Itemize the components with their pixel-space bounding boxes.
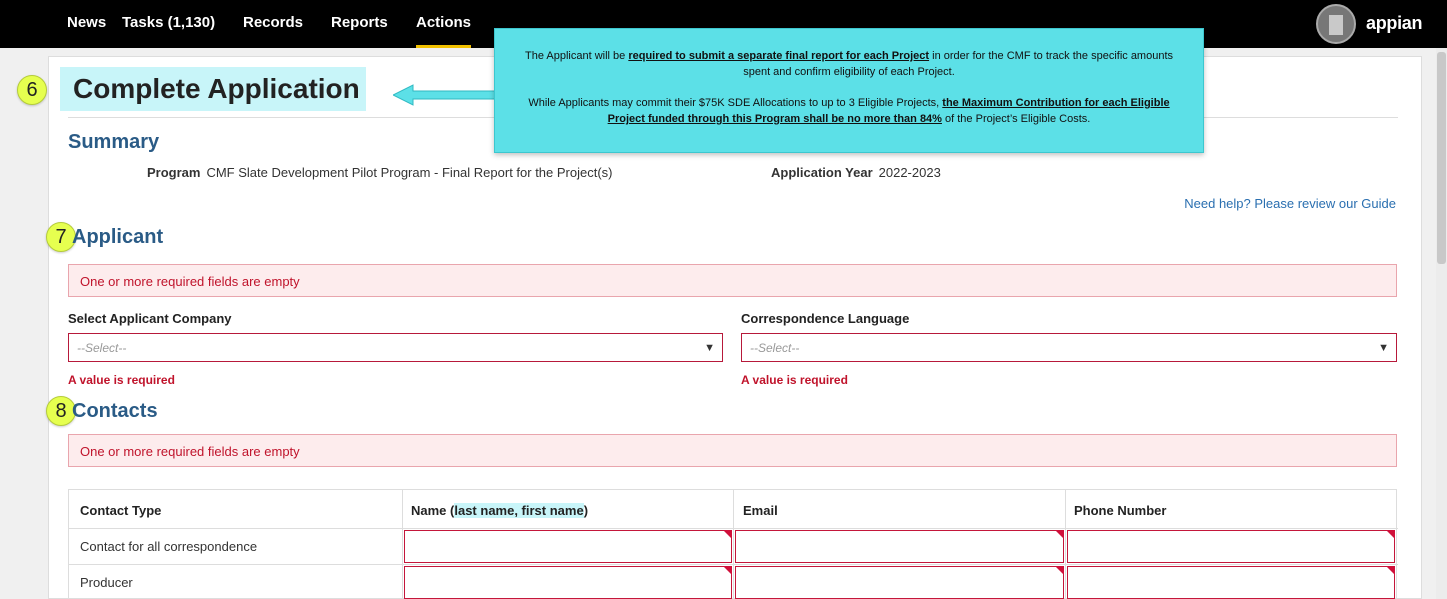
- applicant-heading: Applicant: [72, 226, 164, 248]
- nav-tab-news[interactable]: News: [67, 14, 106, 48]
- program-label: Program: [147, 165, 201, 180]
- required-flag-icon: [1386, 566, 1395, 575]
- chevron-down-icon: ▼: [1378, 342, 1389, 354]
- contacts-table: Contact Type Name (last name, first name…: [68, 489, 1398, 599]
- correspondence-language-error: A value is required: [741, 373, 848, 387]
- contact-name-input[interactable]: [404, 530, 732, 563]
- program-value: CMF Slate Development Pilot Program - Fi…: [206, 165, 613, 180]
- avatar-silhouette-icon: [1329, 15, 1343, 35]
- table-row-label: Producer: [80, 575, 133, 590]
- required-flag-icon: [1055, 566, 1064, 575]
- producer-email-input[interactable]: [735, 566, 1064, 599]
- correspondence-language-placeholder: --Select--: [750, 341, 800, 355]
- callout-arrow-icon: [393, 84, 497, 106]
- user-avatar[interactable]: [1316, 4, 1356, 44]
- nav-tab-reports[interactable]: Reports: [331, 14, 388, 48]
- summary-year: Application Year 2022-2023: [771, 165, 941, 180]
- required-flag-icon: [723, 566, 732, 575]
- correspondence-language-label: Correspondence Language: [741, 311, 910, 326]
- applicant-company-placeholder: --Select--: [77, 341, 127, 355]
- producer-name-input[interactable]: [404, 566, 732, 599]
- nav-tab-tasks[interactable]: Tasks (1,130): [122, 14, 215, 48]
- nav-tab-records[interactable]: Records: [243, 14, 303, 48]
- brand-logo: appian: [1366, 13, 1423, 33]
- table-row-label: Contact for all correspondence: [80, 539, 258, 554]
- applicant-company-label: Select Applicant Company: [68, 311, 232, 326]
- applicant-error-alert: One or more required fields are empty: [68, 264, 1397, 297]
- applicant-company-error: A value is required: [68, 373, 175, 387]
- contacts-error-alert: One or more required fields are empty: [68, 434, 1397, 467]
- column-header-name: Name (last name, first name): [411, 503, 589, 518]
- applicant-company-select[interactable]: --Select-- ▼: [68, 333, 723, 362]
- application-year-value: 2022-2023: [878, 165, 941, 180]
- contacts-heading: Contacts: [72, 400, 158, 422]
- contact-phone-input[interactable]: [1067, 530, 1395, 563]
- producer-phone-input[interactable]: [1067, 566, 1395, 599]
- required-flag-icon: [1386, 530, 1395, 539]
- scrollbar-thumb[interactable]: [1437, 52, 1446, 264]
- step-badge-6: 6: [17, 75, 47, 105]
- nav-tab-actions[interactable]: Actions: [416, 14, 472, 48]
- column-header-email: Email: [743, 503, 778, 518]
- callout-paragraph-1: The Applicant will be required to submit…: [524, 50, 1174, 78]
- required-flag-icon: [1055, 530, 1064, 539]
- correspondence-language-select[interactable]: --Select-- ▼: [741, 333, 1397, 362]
- required-flag-icon: [723, 530, 732, 539]
- column-header-phone: Phone Number: [1074, 503, 1167, 518]
- page-title: Complete Application: [73, 73, 360, 104]
- callout-paragraph-2: While Applicants may commit their $75K S…: [528, 97, 1170, 125]
- column-header-contact-type: Contact Type: [80, 503, 162, 518]
- page-title-highlight: Complete Application: [60, 67, 366, 111]
- contact-email-input[interactable]: [735, 530, 1064, 563]
- summary-heading: Summary: [68, 131, 160, 153]
- summary-program: Program CMF Slate Development Pilot Progr…: [147, 165, 613, 180]
- application-year-label: Application Year: [771, 165, 873, 180]
- chevron-down-icon: ▼: [704, 342, 715, 354]
- guide-help-link[interactable]: Need help? Please review our Guide: [1160, 196, 1396, 211]
- eligibility-info-callout: The Applicant will be required to submit…: [494, 28, 1204, 153]
